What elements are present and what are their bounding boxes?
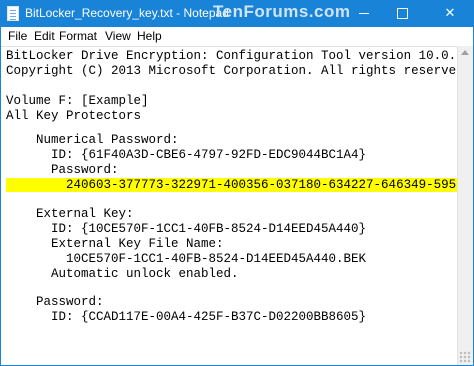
text-line: External Key: xyxy=(6,207,134,221)
recovery-password-line: 240603-377773-322971-400356-037180-63422… xyxy=(6,178,473,192)
scroll-up-arrow-icon[interactable] xyxy=(461,50,469,55)
resize-grip-icon[interactable] xyxy=(459,351,471,363)
minimize-button[interactable] xyxy=(347,1,381,27)
close-icon: ✕ xyxy=(444,6,456,21)
window-title: BitLocker_Recovery_key.txt - Notepad xyxy=(25,6,229,20)
close-button[interactable]: ✕ xyxy=(427,1,473,27)
menu-file[interactable]: File xyxy=(8,29,27,43)
text-line: 10CE570F-1CC1-40FB-8524-D14EED45A440.BEK xyxy=(6,252,367,266)
maximize-button[interactable] xyxy=(385,1,419,27)
text-line: BitLocker Drive Encryption: Configuratio… xyxy=(6,49,474,63)
text-line: Numerical Password: xyxy=(6,133,179,147)
text-line: All Key Protectors xyxy=(6,109,142,123)
text-line: External Key File Name: xyxy=(6,237,224,251)
text-line: Password: xyxy=(6,295,104,309)
text-line: Password: xyxy=(6,163,119,177)
text-line: Automatic unlock enabled. xyxy=(6,267,239,281)
menu-edit[interactable]: Edit xyxy=(34,29,55,43)
vertical-scrollbar[interactable] xyxy=(457,46,473,365)
title-bar[interactable]: BitLocker_Recovery_key.txt - Notepad Ten… xyxy=(1,1,473,27)
text-line: Copyright (C) 2013 Microsoft Corporation… xyxy=(6,64,472,78)
minimize-icon xyxy=(359,13,369,14)
text-line: ID: {61F40A3D-CBE6-4797-92FD-EDC9044BC1A… xyxy=(6,148,367,162)
text-line: ID: {CCAD117E-00A4-425F-B37C-D02200BB860… xyxy=(6,310,367,324)
maximize-icon xyxy=(396,8,408,19)
menu-view[interactable]: View xyxy=(105,29,131,43)
recovery-password: 240603-377773-322971-400356-037180-63422… xyxy=(6,178,473,192)
menu-bar: File Edit Format View Help xyxy=(1,27,473,46)
watermark: TenForums.com xyxy=(213,2,351,21)
menu-format[interactable]: Format xyxy=(59,29,97,43)
text-editor[interactable]: BitLocker Drive Encryption: Configuratio… xyxy=(1,46,473,365)
notepad-window: BitLocker_Recovery_key.txt - Notepad Ten… xyxy=(0,0,474,366)
text-line: Volume F: [Example] xyxy=(6,94,149,108)
text-line: ID: {10CE570F-1CC1-40FB-8524-D14EED45A44… xyxy=(6,222,367,236)
notepad-icon xyxy=(7,6,19,21)
menu-help[interactable]: Help xyxy=(137,29,162,43)
